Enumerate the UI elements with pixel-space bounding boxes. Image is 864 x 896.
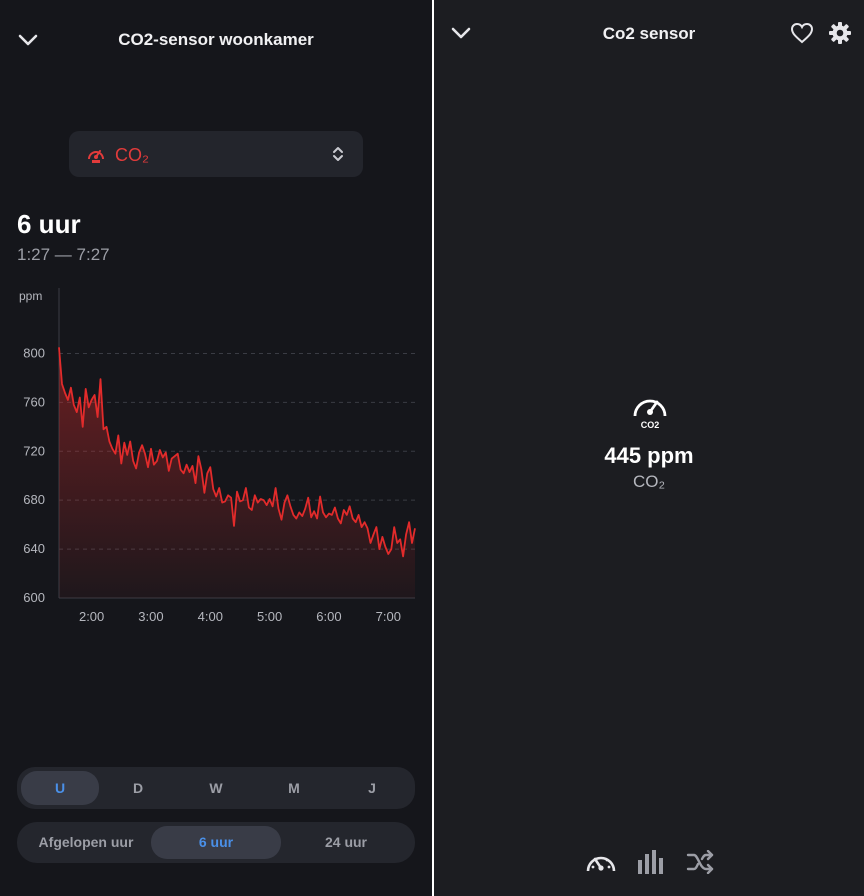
x-tick-label: 7:00 <box>376 609 401 624</box>
range-subtitle: 1:27 — 7:27 <box>17 245 110 264</box>
y-tick-label: 760 <box>23 394 45 409</box>
gauge-icon[interactable] <box>585 849 617 877</box>
heart-icon[interactable] <box>790 22 814 44</box>
gauge-icon <box>88 150 104 163</box>
sensor-unit-label: CO₂ <box>632 472 666 491</box>
y-tick-label: 600 <box>23 590 45 605</box>
sensor-panel: Co2 sensor CO2 445 ppm CO₂ <box>434 0 864 896</box>
y-tick-label: 800 <box>23 345 45 360</box>
x-tick-label: 2:00 <box>79 609 104 624</box>
period-tab-m[interactable]: M <box>255 771 333 805</box>
x-tick-label: 5:00 <box>257 609 282 624</box>
range-tab-24-uur[interactable]: 24 uur <box>281 826 411 859</box>
x-tick-label: 6:00 <box>316 609 341 624</box>
range-tab-6-uur[interactable]: 6 uur <box>151 826 281 859</box>
x-tick-label: 3:00 <box>138 609 163 624</box>
series-area <box>59 347 415 598</box>
period-tab-j[interactable]: J <box>333 771 411 805</box>
y-tick-label: 640 <box>23 541 45 556</box>
y-axis-label: ppm <box>19 289 42 303</box>
chevron-up-down-icon <box>333 147 343 161</box>
co2-gauge-icon: CO2 <box>633 399 667 430</box>
panel-title: CO2-sensor woonkamer <box>118 30 314 49</box>
x-tick-label: 4:00 <box>198 609 223 624</box>
history-panel: CO2-sensor woonkamer CO₂ 6 uur 1:27 — 7:… <box>0 0 432 896</box>
sensor-value: 445 ppm <box>604 443 694 468</box>
y-tick-label: 680 <box>23 492 45 507</box>
shuffle-icon[interactable] <box>686 850 716 874</box>
y-tick-label: 720 <box>23 443 45 458</box>
range-tabs: Afgelopen uur 6 uur 24 uur <box>17 822 415 863</box>
period-tab-w[interactable]: W <box>177 771 255 805</box>
gear-icon[interactable] <box>828 21 852 45</box>
period-tab-u[interactable]: U <box>21 771 99 805</box>
co2-history-chart[interactable]: ppm 600 640 680 720 760 800 2:00 3:00 4:00 5:00 6… <box>0 280 432 630</box>
selector-label: CO₂ <box>115 145 149 165</box>
range-tab-afgelopen-uur[interactable]: Afgelopen uur <box>21 826 151 859</box>
bar-chart-icon[interactable] <box>636 848 664 876</box>
attribute-selector[interactable]: CO₂ <box>69 131 363 177</box>
period-tab-d[interactable]: D <box>99 771 177 805</box>
range-title: 6 uur <box>17 209 81 239</box>
period-tabs: UDWMJ <box>17 767 415 809</box>
gauge-badge: CO2 <box>641 420 660 430</box>
